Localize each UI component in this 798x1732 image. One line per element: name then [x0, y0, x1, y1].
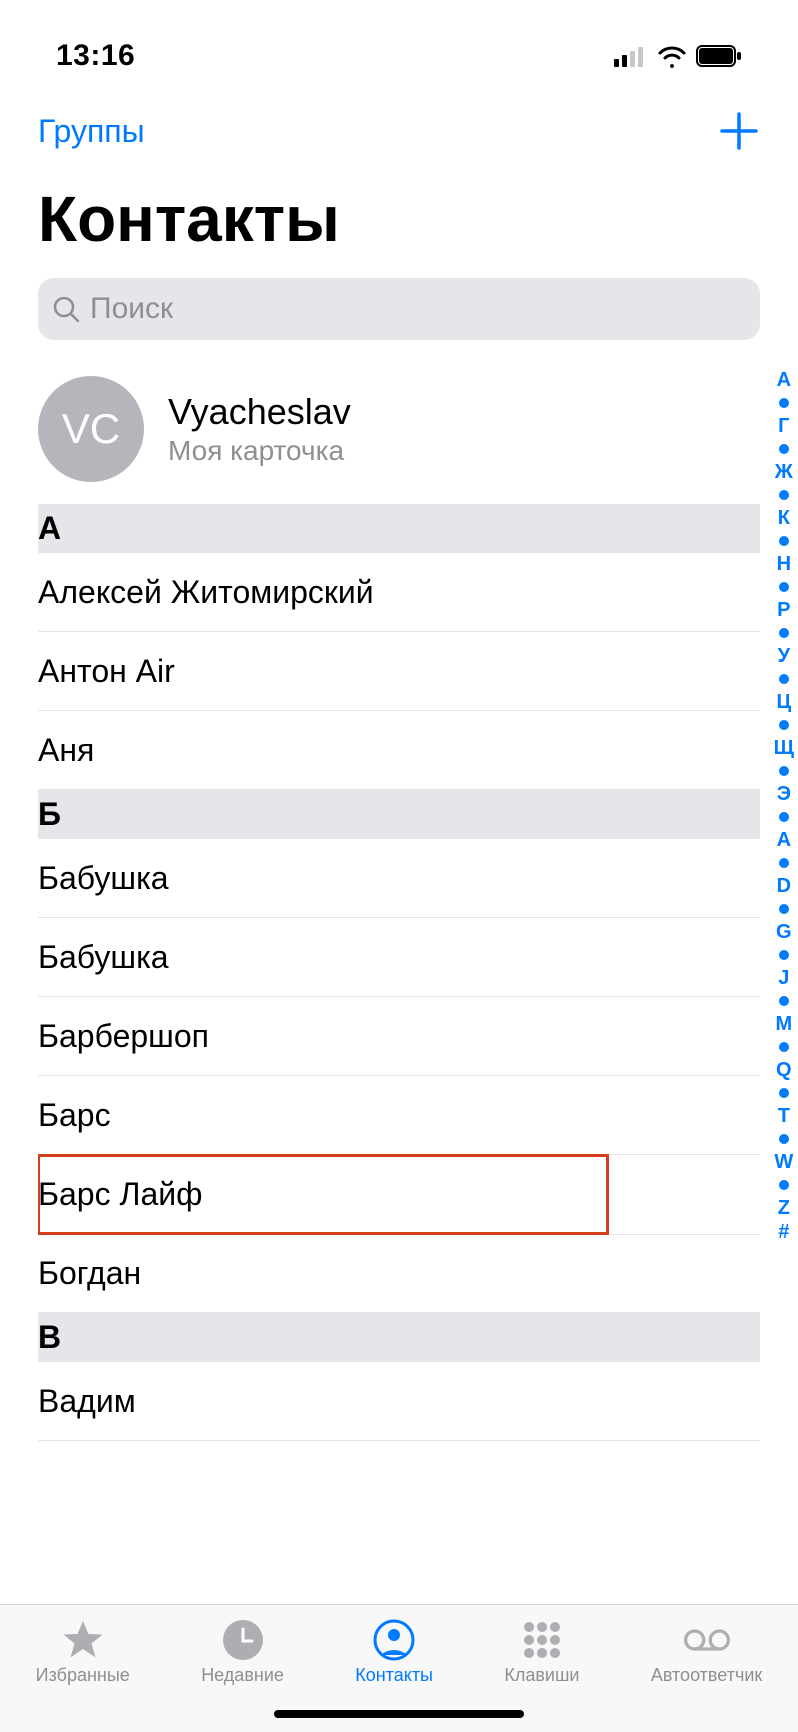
search-input[interactable] — [90, 292, 746, 326]
section-letter: А — [38, 510, 61, 546]
index-letter[interactable]: J — [778, 966, 789, 990]
tab-label: Клавиши — [504, 1665, 579, 1686]
section-letter: В — [38, 1319, 61, 1355]
index-letter[interactable]: Г — [778, 414, 789, 438]
tab-voicemail[interactable]: Автоответчик — [651, 1617, 762, 1686]
contact-row[interactable]: Барбершоп — [38, 997, 760, 1076]
index-letter[interactable]: # — [778, 1220, 789, 1244]
index-letter[interactable]: Э — [777, 782, 791, 806]
index-letter[interactable]: Z — [778, 1196, 790, 1220]
contact-name: Вадим — [38, 1383, 136, 1420]
clock-icon — [220, 1617, 266, 1663]
index-dot[interactable] — [779, 444, 789, 454]
index-letter[interactable]: D — [777, 874, 791, 898]
contact-row[interactable]: Бабушка — [38, 839, 760, 918]
contact-row[interactable]: Бабушка — [38, 918, 760, 997]
index-scrollbar[interactable]: АГЖКНРУЦЩЭADGJMQTWZ# — [774, 368, 794, 1244]
tab-label: Избранные — [36, 1665, 130, 1686]
wifi-icon — [656, 44, 688, 68]
index-letter[interactable]: Н — [777, 552, 791, 576]
index-dot[interactable] — [779, 766, 789, 776]
section-header: А — [38, 504, 760, 553]
contact-name: Антон Air — [38, 653, 175, 690]
index-dot[interactable] — [779, 720, 789, 730]
tab-label: Автоответчик — [651, 1665, 762, 1686]
index-dot[interactable] — [779, 1088, 789, 1098]
index-letter[interactable]: Ц — [777, 690, 792, 714]
contact-name: Бабушка — [38, 860, 169, 897]
index-dot[interactable] — [779, 950, 789, 960]
index-dot[interactable] — [779, 582, 789, 592]
page-title: Контакты — [38, 182, 760, 256]
index-letter[interactable]: M — [775, 1012, 792, 1036]
index-letter[interactable]: A — [777, 828, 791, 852]
index-letter[interactable]: Q — [776, 1058, 792, 1082]
groups-button[interactable]: Группы — [38, 113, 145, 150]
nav-bar: Группы — [38, 100, 760, 162]
contact-row[interactable]: Алексей Житомирский — [38, 553, 760, 632]
contact-row[interactable]: Антон Air — [38, 632, 760, 711]
index-dot[interactable] — [779, 812, 789, 822]
tab-label: Недавние — [201, 1665, 284, 1686]
contact-name: Аня — [38, 732, 94, 769]
index-letter[interactable]: Щ — [774, 736, 794, 760]
contact-row[interactable]: Аня — [38, 711, 760, 790]
index-dot[interactable] — [779, 674, 789, 684]
index-dot[interactable] — [779, 536, 789, 546]
section-header: В — [38, 1313, 760, 1362]
search-icon — [52, 295, 80, 323]
contact-name: Барс — [38, 1097, 111, 1134]
tab-contacts[interactable]: Контакты — [355, 1617, 433, 1686]
keypad-icon — [519, 1617, 565, 1663]
section-header: Б — [38, 790, 760, 839]
contact-name: Барбершоп — [38, 1018, 209, 1055]
avatar: VC — [38, 376, 144, 482]
index-letter[interactable]: А — [777, 368, 791, 392]
contact-list: А Алексей Житомирский Антон Air Аня Б Бабушка… — [38, 504, 760, 1604]
index-dot[interactable] — [779, 1134, 789, 1144]
index-dot[interactable] — [779, 1180, 789, 1190]
index-letter[interactable]: У — [778, 644, 790, 668]
tab-recents[interactable]: Недавние — [201, 1617, 284, 1686]
index-dot[interactable] — [779, 490, 789, 500]
contact-row[interactable]: Барс Лайф — [38, 1155, 608, 1234]
index-dot[interactable] — [779, 628, 789, 638]
status-time: 13:16 — [56, 39, 135, 73]
index-letter[interactable]: Р — [777, 598, 790, 622]
tab-keypad[interactable]: Клавиши — [504, 1617, 579, 1686]
contact-row[interactable]: Вадим — [38, 1362, 760, 1441]
contact-name: Богдан — [38, 1255, 141, 1292]
index-dot[interactable] — [779, 996, 789, 1006]
status-icons — [614, 44, 742, 68]
index-letter[interactable]: К — [778, 506, 790, 530]
home-indicator[interactable] — [274, 1710, 524, 1718]
star-icon — [60, 1617, 106, 1663]
index-dot[interactable] — [779, 904, 789, 914]
tab-label: Контакты — [355, 1665, 433, 1686]
search-field[interactable] — [38, 278, 760, 340]
section-letter: Б — [38, 796, 61, 832]
contact-name: Барс Лайф — [38, 1176, 202, 1213]
my-card-subtitle: Моя карточка — [168, 435, 351, 467]
contact-name: Алексей Житомирский — [38, 574, 374, 611]
contact-row[interactable]: Барс — [38, 1076, 760, 1155]
index-letter[interactable]: W — [774, 1150, 793, 1174]
index-dot[interactable] — [779, 1042, 789, 1052]
index-letter[interactable]: T — [778, 1104, 790, 1128]
signal-icon — [614, 45, 648, 67]
tab-favorites[interactable]: Избранные — [36, 1617, 130, 1686]
voicemail-icon — [684, 1617, 730, 1663]
add-contact-button[interactable] — [718, 110, 760, 152]
my-card-name: Vyacheslav — [168, 391, 351, 433]
battery-icon — [696, 45, 742, 67]
index-dot[interactable] — [779, 858, 789, 868]
status-bar: 13:16 — [38, 36, 760, 76]
contact-icon — [371, 1617, 417, 1663]
index-dot[interactable] — [779, 398, 789, 408]
my-card[interactable]: VC Vyacheslav Моя карточка — [38, 376, 760, 482]
index-letter[interactable]: Ж — [775, 460, 793, 484]
contact-name: Бабушка — [38, 939, 169, 976]
index-letter[interactable]: G — [776, 920, 792, 944]
contact-row[interactable]: Богдан — [38, 1234, 760, 1313]
